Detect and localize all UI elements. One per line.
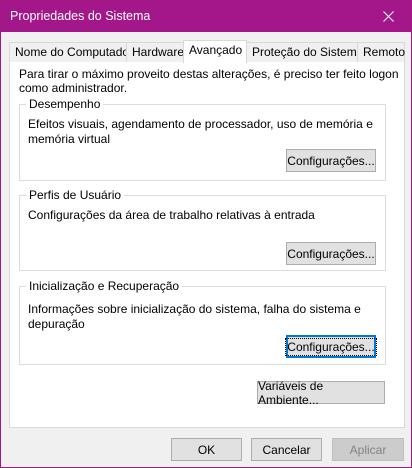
user-profiles-settings-button[interactable]: Configurações... bbox=[286, 242, 376, 265]
apply-label: Aplicar bbox=[349, 442, 387, 457]
performance-group: Desempenho Efeitos visuais, agendamento … bbox=[19, 97, 386, 181]
startup-recovery-settings-label: Configurações... bbox=[285, 337, 377, 356]
tab-system-protection[interactable]: Proteção do Sistema bbox=[246, 42, 363, 62]
environment-variables-label: Variáveis de Ambiente... bbox=[258, 378, 324, 407]
startup-recovery-group: Inicialização e Recuperação Informações … bbox=[19, 279, 386, 365]
ok-label: OK bbox=[197, 442, 216, 457]
close-icon bbox=[383, 11, 394, 22]
close-button[interactable] bbox=[366, 1, 411, 32]
startup-recovery-group-title: Inicialização e Recuperação bbox=[26, 279, 183, 293]
title-bar[interactable]: Propriedades do Sistema bbox=[1, 1, 411, 32]
window-title: Propriedades do Sistema bbox=[10, 9, 151, 23]
cancel-button[interactable]: Cancelar bbox=[251, 438, 322, 461]
startup-recovery-description: Informações sobre inicialização do siste… bbox=[28, 302, 361, 331]
user-profiles-description: Configurações da área de trabalho relati… bbox=[28, 208, 315, 222]
performance-description: Efeitos visuais, agendamento de processa… bbox=[28, 117, 373, 146]
user-profiles-group: Perfis de Usuário Configurações da área … bbox=[19, 188, 386, 271]
apply-button[interactable]: Aplicar bbox=[332, 438, 404, 461]
performance-settings-button[interactable]: Configurações... bbox=[286, 149, 376, 172]
environment-variables-button[interactable]: Variáveis de Ambiente... bbox=[257, 378, 385, 407]
admin-notice: Para tirar o máximo proveito destas alte… bbox=[19, 67, 399, 95]
tab-strip: Nome do Computador Hardware Avançado Pro… bbox=[9, 40, 405, 63]
tab-computer-name[interactable]: Nome do Computador bbox=[9, 42, 133, 62]
startup-recovery-settings-button[interactable]: Configurações... bbox=[285, 335, 377, 358]
system-properties-dialog: Propriedades do Sistema Nome do Computad… bbox=[0, 0, 412, 468]
cancel-label: Cancelar bbox=[262, 442, 311, 457]
tab-hardware[interactable]: Hardware bbox=[126, 42, 185, 62]
performance-group-title: Desempenho bbox=[26, 97, 104, 111]
tab-advanced[interactable]: Avançado bbox=[183, 40, 247, 63]
performance-settings-label: Configurações... bbox=[287, 153, 375, 168]
user-profiles-settings-label: Configurações... bbox=[287, 246, 375, 261]
user-profiles-group-title: Perfis de Usuário bbox=[26, 188, 125, 202]
ok-button[interactable]: OK bbox=[171, 438, 242, 461]
tab-remote[interactable]: Remoto bbox=[357, 42, 405, 62]
